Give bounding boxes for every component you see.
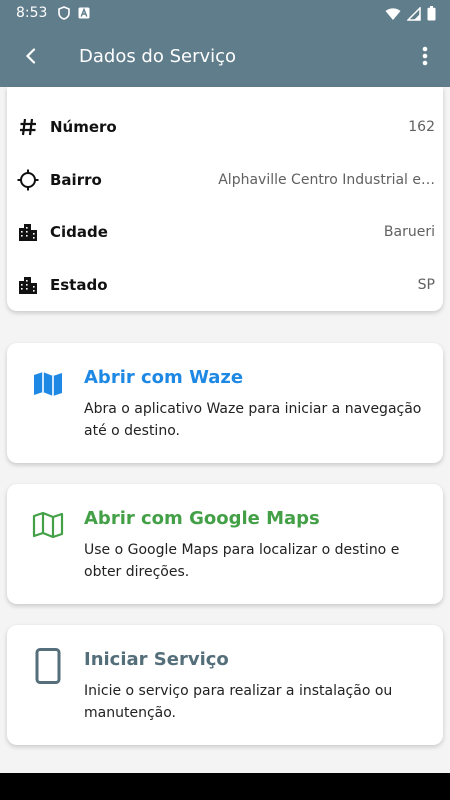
notification-a-icon (78, 7, 90, 23)
wifi-icon (385, 7, 401, 25)
detail-value: Barueri (383, 224, 435, 240)
open-google-maps-card[interactable]: Abrir com Google Maps Use o Google Maps … (7, 484, 443, 604)
status-time: 8:53 (16, 5, 48, 21)
more-vertical-icon (422, 46, 428, 70)
shield-icon (58, 6, 70, 24)
status-right-icons (385, 5, 436, 25)
card-description: Inicie o serviço para realizar a instala… (84, 683, 393, 721)
status-left-icons (58, 6, 90, 24)
detail-row-bairro: Bairro Alphaville Centro Industrial e… (7, 165, 443, 195)
map-icon (31, 367, 65, 401)
detail-value: SP (417, 277, 435, 293)
start-service-card[interactable]: Iniciar Serviço Inicie o serviço para re… (7, 625, 443, 745)
phone-icon (31, 648, 65, 684)
card-description: Abra o aplicativo Waze para iniciar a na… (84, 401, 422, 439)
detail-value: 162 (408, 119, 435, 135)
card-title: Iniciar Serviço (84, 649, 229, 670)
detail-row-cidade: Cidade Barueri (7, 217, 443, 247)
back-button[interactable] (18, 45, 44, 71)
city-icon (17, 221, 39, 243)
navigation-bar (0, 773, 450, 800)
location-target-icon (17, 169, 39, 191)
card-description: Use o Google Maps para localizar o desti… (84, 542, 400, 580)
detail-row-numero: Número 162 (7, 112, 443, 142)
map-outline-icon (31, 508, 65, 542)
hash-icon (17, 116, 39, 138)
detail-label: Bairro (50, 171, 102, 189)
details-card: Número 162 Bairro Alphaville Centro Indu… (7, 87, 443, 311)
page-title: Dados do Serviço (79, 46, 237, 67)
card-title: Abrir com Waze (84, 367, 244, 388)
detail-row-estado: Estado SP (7, 270, 443, 300)
more-menu-button[interactable] (414, 45, 436, 71)
detail-label: Número (50, 118, 117, 136)
chevron-left-icon (24, 48, 38, 68)
card-title: Abrir com Google Maps (84, 508, 320, 529)
open-waze-card[interactable]: Abrir com Waze Abra o aplicativo Waze pa… (7, 343, 443, 463)
detail-label: Cidade (50, 223, 108, 241)
battery-icon (427, 6, 436, 25)
detail-label: Estado (50, 276, 108, 294)
detail-value: Alphaville Centro Industrial e… (218, 172, 435, 188)
app-bar: Dados do Serviço (0, 28, 450, 87)
city-icon (17, 274, 39, 296)
signal-icon (406, 5, 421, 25)
status-bar: 8:53 (0, 0, 450, 28)
